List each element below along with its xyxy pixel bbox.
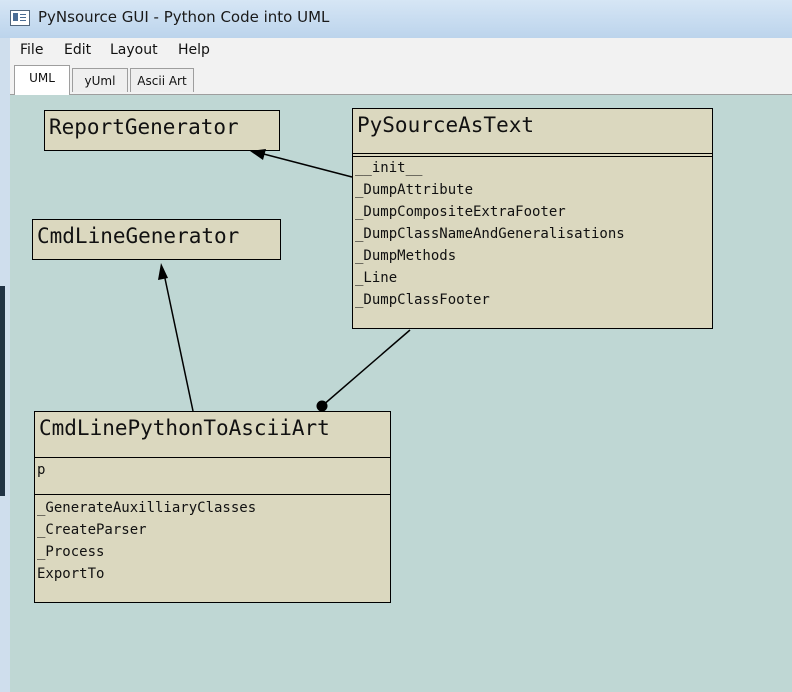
application-window: PyNsource GUI - Python Code into UML Fil… [0,0,792,692]
title-bar[interactable]: PyNsource GUI - Python Code into UML [0,0,792,39]
method-process: _Process [37,544,105,560]
method-init: __init__ [355,160,423,176]
tab-ascii-art[interactable]: Ascii Art [130,68,194,92]
method-dump-class-footer: _DumpClassFooter [355,292,490,308]
class-cmd-line-python-to-ascii-art[interactable]: CmdLinePythonToAsciiArt p _GenerateAuxil… [34,411,391,603]
class-cmd-line-generator[interactable]: CmdLineGenerator [32,219,281,260]
methods-divider [35,494,390,495]
method-dump-class-name-and-generalisations: _DumpClassNameAndGeneralisations [355,226,625,242]
method-line: _Line [355,270,398,286]
tab-uml[interactable]: UML [14,65,70,95]
method-generate-auxilliary-classes: _GenerateAuxilliaryClasses [37,500,257,516]
tab-bar: UML yUml Ascii Art [10,64,792,95]
method-create-parser: _CreateParser [37,522,147,538]
class-name: PySourceAsText [357,113,535,137]
menu-edit[interactable]: Edit [64,42,91,58]
window-title: PyNsource GUI - Python Code into UML [38,8,330,26]
menu-layout[interactable]: Layout [110,42,158,58]
attribute-p: p [37,462,46,478]
menu-bar: File Edit Layout Help [10,38,792,65]
class-report-generator[interactable]: ReportGenerator [44,110,280,151]
tab-yuml[interactable]: yUml [72,68,128,92]
method-dump-methods: _DumpMethods [355,248,457,264]
class-name: CmdLinePythonToAsciiArt [39,416,330,440]
left-border-shadow [0,286,5,496]
method-export-to: ExportTo [37,566,105,582]
attributes-divider [353,153,712,154]
attributes-divider [35,457,390,458]
method-dump-composite-extra-footer: _DumpCompositeExtraFooter [355,204,566,220]
class-name: ReportGenerator [49,115,239,139]
app-window-icon [10,10,30,26]
methods-divider [353,156,712,157]
class-name: CmdLineGenerator [37,224,240,248]
method-dump-attribute: _DumpAttribute [355,182,474,198]
class-py-source-as-text[interactable]: PySourceAsText __init__ _DumpAttribute _… [352,108,713,329]
menu-help[interactable]: Help [178,42,210,58]
menu-file[interactable]: File [20,42,43,58]
